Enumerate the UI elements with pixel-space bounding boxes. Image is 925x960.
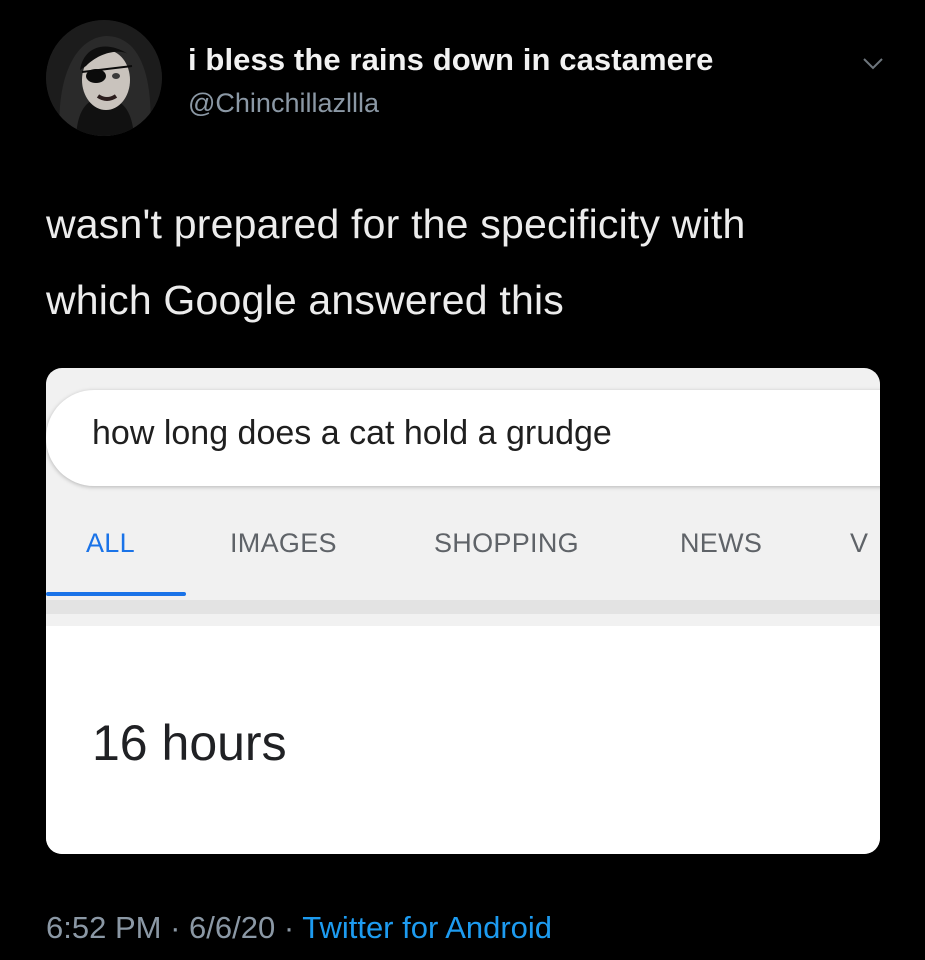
search-query[interactable]: how long does a cat hold a grudge — [92, 414, 612, 453]
tweet-text-line-2: which Google answered this — [46, 277, 564, 323]
tab-images[interactable]: IMAGES — [230, 528, 337, 559]
avatar-image — [46, 20, 162, 136]
footer-separator-1: · — [161, 910, 190, 945]
display-name[interactable]: i bless the rains down in castamere — [188, 42, 714, 78]
google-screenshot-card[interactable]: how long does a cat hold a grudge ALL IM… — [46, 368, 880, 854]
avatar[interactable] — [46, 20, 162, 136]
footer-separator-2: · — [275, 910, 303, 945]
answer-text: 16 hours — [92, 715, 287, 771]
active-tab-indicator — [46, 592, 186, 596]
tab-shopping[interactable]: SHOPPING — [434, 528, 579, 559]
answer-panel: 16 hours — [46, 626, 880, 854]
tweet-time[interactable]: 6:52 PM — [46, 910, 161, 945]
tab-news[interactable]: NEWS — [680, 528, 762, 559]
tweet-date[interactable]: 6/6/20 — [189, 910, 275, 945]
tweet-footer: 6:52 PM · 6/6/20 · Twitter for Android — [46, 910, 552, 946]
tweet-text-line-1: wasn't prepared for the specificity with — [46, 201, 746, 247]
section-divider — [46, 600, 880, 614]
search-bar[interactable]: how long does a cat hold a grudge — [46, 390, 880, 486]
chevron-down-icon[interactable] — [858, 52, 888, 74]
search-tabs: ALL IMAGES SHOPPING NEWS V — [46, 506, 880, 598]
tweet-source-link[interactable]: Twitter for Android — [302, 910, 552, 945]
user-handle[interactable]: @Chinchillazllla — [188, 88, 379, 119]
tab-videos-partial[interactable]: V — [850, 528, 868, 559]
tab-all[interactable]: ALL — [86, 528, 135, 559]
tweet-text: wasn't prepared for the specificity with… — [46, 186, 906, 338]
